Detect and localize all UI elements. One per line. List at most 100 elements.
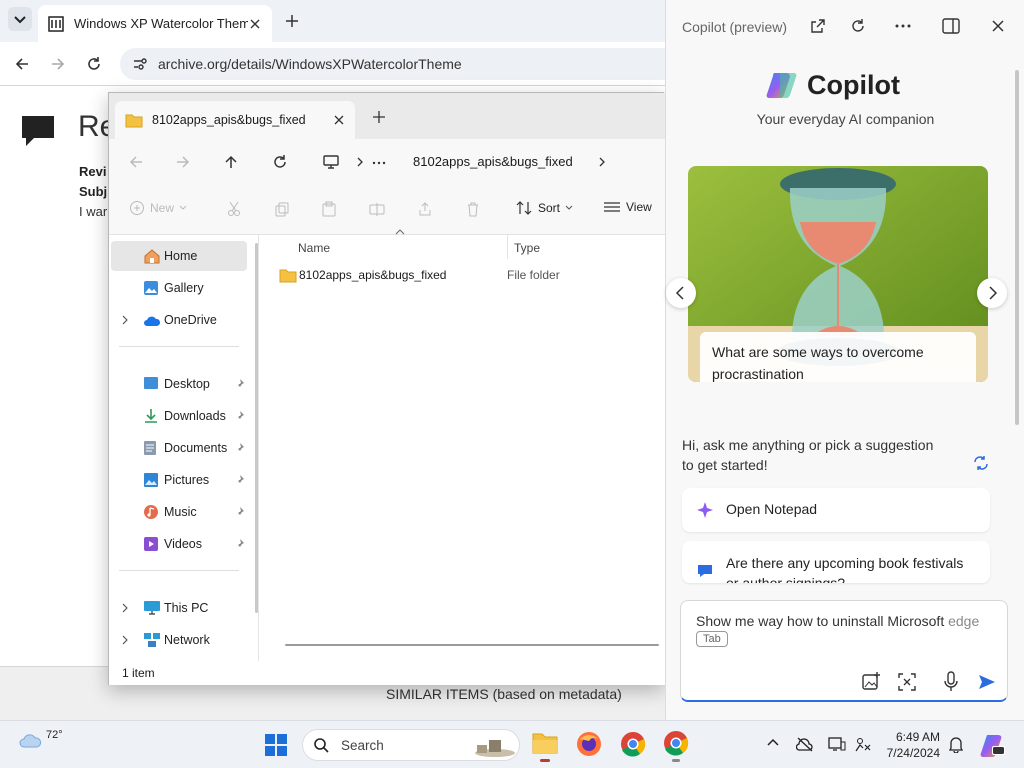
up-arrow-icon[interactable] xyxy=(222,153,240,171)
site-info-icon[interactable] xyxy=(132,56,148,72)
windows-start-icon[interactable] xyxy=(264,733,288,757)
copilot-header: Copilot (preview) xyxy=(666,0,1024,50)
browser-tab-strip: Windows XP Watercolor Theme xyxy=(0,0,665,42)
weather-temp: 72° xyxy=(46,729,63,741)
network-icon xyxy=(144,633,160,647)
suggestion-line-1: Are there any upcoming book festivals xyxy=(726,555,964,571)
forward-arrow-icon[interactable] xyxy=(49,55,67,73)
display-icon[interactable] xyxy=(828,736,846,752)
nav-item-this-pc[interactable]: This PC xyxy=(111,593,249,623)
column-separator[interactable] xyxy=(507,235,508,259)
chat-input-text[interactable]: Show me way how to uninstall Microsoft e… xyxy=(696,613,979,629)
chevron-right-icon[interactable] xyxy=(121,315,129,325)
pin-icon[interactable] xyxy=(233,538,245,550)
rename-icon[interactable] xyxy=(369,201,385,217)
split-panel-icon[interactable] xyxy=(942,18,960,34)
copilot-scrollbar[interactable] xyxy=(1015,70,1019,425)
cut-icon[interactable] xyxy=(226,201,242,217)
clock[interactable]: 6:49 AM 7/24/2024 xyxy=(880,729,940,761)
column-header-type[interactable]: Type xyxy=(514,241,540,255)
pin-icon[interactable] xyxy=(233,474,245,486)
explorer-tab[interactable]: 8102apps_apis&bugs_fixed xyxy=(115,101,355,139)
close-icon[interactable] xyxy=(248,17,262,31)
url-field[interactable]: archive.org/details/WindowsXPWatercolorT… xyxy=(120,48,665,80)
nav-label-network: Network xyxy=(164,633,210,647)
file-explorer-taskbar-button[interactable] xyxy=(530,729,560,762)
nav-item-onedrive[interactable]: OneDrive xyxy=(111,305,249,335)
nav-item-videos[interactable]: Videos xyxy=(111,529,249,559)
nav-item-pictures[interactable]: Pictures xyxy=(111,465,249,495)
new-tab-icon[interactable] xyxy=(283,12,301,30)
suggestion-open-notepad[interactable]: Open Notepad xyxy=(682,488,990,532)
back-arrow-icon[interactable] xyxy=(13,55,31,73)
carousel-next-button[interactable] xyxy=(977,278,1007,308)
nav-item-gallery[interactable]: Gallery xyxy=(111,273,249,303)
pin-icon[interactable] xyxy=(233,442,245,454)
nav-item-desktop[interactable]: Desktop xyxy=(111,369,249,399)
open-in-new-icon[interactable] xyxy=(810,18,826,34)
more-options-icon[interactable] xyxy=(895,24,911,28)
view-button[interactable]: View xyxy=(603,200,652,214)
refresh-icon[interactable] xyxy=(850,18,866,34)
monitor-icon[interactable] xyxy=(322,153,340,171)
share-icon[interactable] xyxy=(417,201,433,217)
path-segment[interactable]: 8102apps_apis&bugs_fixed xyxy=(413,154,573,169)
nav-item-home[interactable]: Home xyxy=(111,241,247,271)
send-icon[interactable] xyxy=(977,673,997,691)
weather-widget[interactable]: 72° xyxy=(18,729,63,751)
microphone-icon[interactable] xyxy=(943,671,959,693)
file-row[interactable]: 8102apps_apis&bugs_fixed File folder xyxy=(277,263,657,287)
chrome-icon[interactable] xyxy=(620,731,646,757)
copilot-logo-icon xyxy=(766,73,797,98)
nav-item-downloads[interactable]: Downloads xyxy=(111,401,249,431)
chat-input-box[interactable]: Show me way how to uninstall Microsoft e… xyxy=(680,600,1008,702)
screenshot-icon[interactable] xyxy=(897,672,917,692)
pin-icon[interactable] xyxy=(233,506,245,518)
copilot-taskbar-icon[interactable] xyxy=(980,732,1006,758)
sort-button[interactable]: Sort xyxy=(515,200,573,216)
notification-bell-icon[interactable] xyxy=(948,735,964,753)
new-tab-icon[interactable] xyxy=(372,110,386,124)
pin-icon[interactable] xyxy=(233,410,245,422)
copy-icon[interactable] xyxy=(274,201,290,217)
more-path-icon[interactable] xyxy=(372,161,386,165)
nav-item-network[interactable]: Network xyxy=(111,625,249,655)
explorer-navigation-bar: 8102apps_apis&bugs_fixed xyxy=(109,139,665,185)
nav-label-home: Home xyxy=(164,249,198,263)
suggestion-carousel-card[interactable]: What are some ways to overcome procrasti… xyxy=(688,166,988,382)
nav-divider xyxy=(119,346,239,347)
carousel-prev-button[interactable] xyxy=(666,278,696,308)
chevron-right-icon[interactable] xyxy=(355,156,365,168)
back-arrow-icon[interactable] xyxy=(127,153,145,171)
close-icon[interactable] xyxy=(990,18,1006,34)
refresh-icon[interactable] xyxy=(85,55,103,73)
nav-item-music[interactable]: Music xyxy=(111,497,249,527)
chevron-right-icon[interactable] xyxy=(121,635,129,645)
firefox-icon[interactable] xyxy=(576,731,602,757)
horizontal-scrollbar[interactable] xyxy=(285,644,659,646)
taskbar-search[interactable]: Search xyxy=(302,729,520,761)
chevron-right-icon[interactable] xyxy=(121,603,129,613)
chrome-active-taskbar-button[interactable] xyxy=(662,729,692,763)
add-image-icon[interactable] xyxy=(861,672,881,692)
network-offline-icon[interactable] xyxy=(796,736,814,752)
tab-list-button[interactable] xyxy=(8,7,32,31)
delete-icon[interactable] xyxy=(465,201,481,217)
forward-arrow-icon[interactable] xyxy=(174,153,192,171)
nav-scrollbar[interactable] xyxy=(255,243,258,613)
pin-icon[interactable] xyxy=(233,378,245,390)
chevron-right-icon[interactable] xyxy=(597,156,607,168)
tab-key-hint: Tab xyxy=(696,631,728,647)
chevron-up-icon[interactable] xyxy=(766,737,780,747)
paste-icon[interactable] xyxy=(321,201,337,217)
refresh-icon[interactable] xyxy=(271,153,289,171)
refresh-suggestions-icon[interactable] xyxy=(972,455,990,471)
column-header-name[interactable]: Name xyxy=(298,241,330,255)
nav-item-documents[interactable]: Documents xyxy=(111,433,249,463)
suggestion-book-festivals[interactable]: Are there any upcoming book festivals or… xyxy=(682,541,990,583)
browser-tab[interactable]: Windows XP Watercolor Theme xyxy=(38,5,272,42)
new-button[interactable]: New xyxy=(129,200,187,216)
close-icon[interactable] xyxy=(333,114,345,126)
accessibility-icon[interactable] xyxy=(854,736,872,754)
gallery-icon xyxy=(144,281,158,295)
